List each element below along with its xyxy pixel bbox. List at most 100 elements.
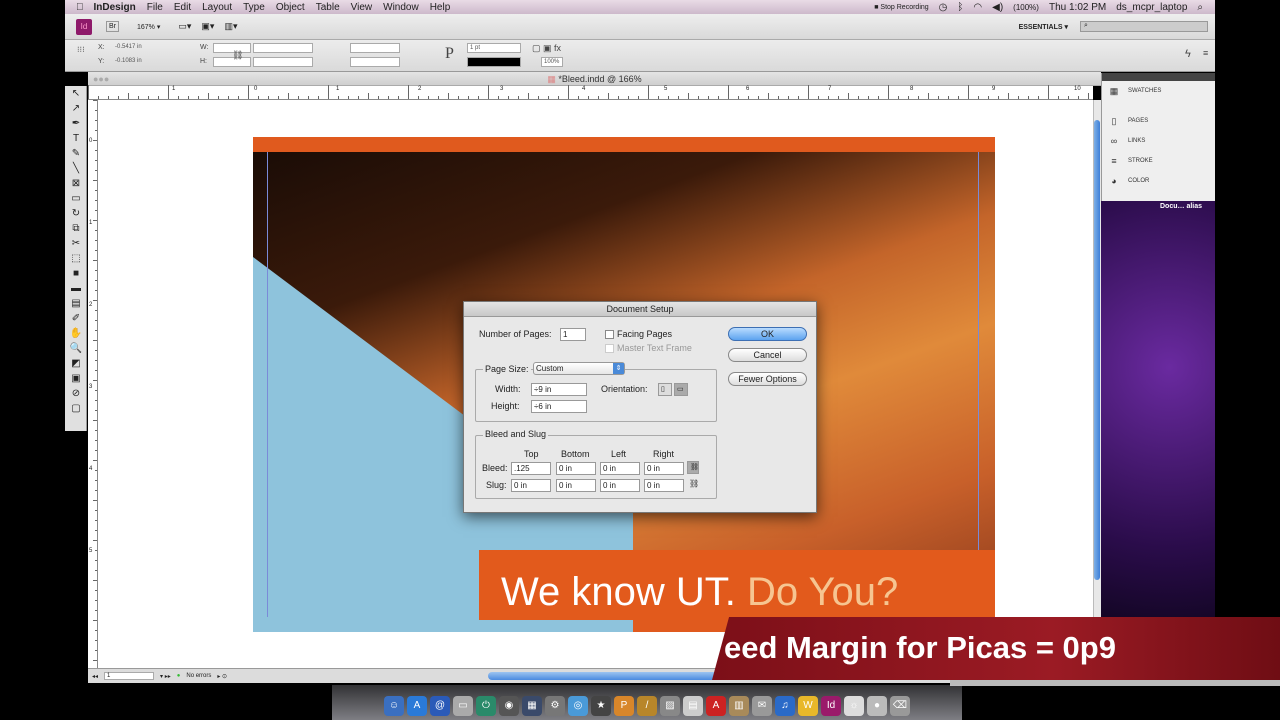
preflight-menu[interactable]: ▸ ⊙	[217, 673, 227, 680]
menu-view[interactable]: View	[351, 2, 373, 13]
tool-16-icon[interactable]: ✋	[67, 327, 85, 341]
dock-app-9-icon[interactable]: ★	[591, 696, 611, 716]
reference-point-icon[interactable]: ⁝⁝⁝	[77, 45, 85, 54]
battery-status[interactable]: (100%)	[1013, 3, 1039, 12]
screen-mode-icon[interactable]: ▣▾	[201, 21, 214, 32]
menu-help[interactable]: Help	[430, 2, 451, 13]
clock[interactable]: Thu 1:02 PM	[1049, 2, 1106, 13]
dock-app-17-icon[interactable]: ♫	[775, 696, 795, 716]
facing-pages-checkbox[interactable]	[605, 330, 614, 339]
link-slug-icon[interactable]: ⛓	[689, 479, 699, 488]
dock-app-7-icon[interactable]: ⚙	[545, 696, 565, 716]
scale-y-field[interactable]	[253, 57, 313, 67]
desktop-alias[interactable]: Docu… alias	[1160, 203, 1202, 210]
dock-app-8-icon[interactable]: ◎	[568, 696, 588, 716]
page-size-select[interactable]: Custom ⇕	[533, 362, 625, 375]
panel-item-pages[interactable]: ▯ PAGES	[1102, 111, 1215, 131]
tool-2-icon[interactable]: ✒	[67, 117, 85, 131]
tool-17-icon[interactable]: 🔍	[67, 342, 85, 356]
dock-app-4-icon[interactable]: ⏻	[476, 696, 496, 716]
panel-item-stroke[interactable]: ≡ STROKE	[1102, 151, 1215, 171]
vertical-ruler[interactable]: 0 1 2 3 4 5	[88, 100, 98, 668]
menu-app[interactable]: InDesign	[94, 2, 136, 13]
panel-menu-icon[interactable]: ≡	[1203, 48, 1208, 58]
constrain-proportions-icon[interactable]: ⛓	[232, 50, 243, 61]
panel-item-color[interactable]: ◕ COLOR	[1102, 171, 1215, 191]
stroke-weight-field[interactable]: 1 pt	[467, 43, 521, 53]
type-on-path-icon[interactable]: P	[445, 45, 454, 63]
dock-app-22-icon[interactable]: ⌫	[890, 696, 910, 716]
dock-app-16-icon[interactable]: ✉	[752, 696, 772, 716]
master-text-frame-checkbox[interactable]	[605, 344, 614, 353]
preflight-status[interactable]: No errors	[186, 673, 211, 679]
shear-field[interactable]	[350, 57, 400, 67]
menu-file[interactable]: File	[147, 2, 163, 13]
portrait-icon[interactable]: ▯	[658, 383, 672, 396]
menu-type[interactable]: Type	[243, 2, 265, 13]
tool-7-icon[interactable]: ▭	[67, 192, 85, 206]
stroke-type-select[interactable]	[467, 57, 521, 67]
menu-object[interactable]: Object	[276, 2, 305, 13]
num-pages-field[interactable]: 1	[560, 328, 586, 341]
horizontal-scroll-thumb[interactable]	[488, 672, 728, 680]
scale-x-field[interactable]	[253, 43, 313, 53]
bleed-field-2[interactable]: 0 in	[600, 462, 640, 475]
dock-app-6-icon[interactable]: ▦	[522, 696, 542, 716]
headline-banner[interactable]: We know UT. Do You?	[479, 550, 995, 620]
lightning-icon[interactable]: ϟ	[1185, 48, 1191, 60]
view-options-icon[interactable]: ▭▾	[178, 21, 191, 32]
tool-6-icon[interactable]: ⊠	[67, 177, 85, 191]
tool-8-icon[interactable]: ↻	[67, 207, 85, 221]
ok-button[interactable]: OK	[728, 327, 807, 341]
user-name[interactable]: ds_mcpr_laptop	[1116, 2, 1187, 13]
dock-app-3-icon[interactable]: ▭	[453, 696, 473, 716]
menu-layout[interactable]: Layout	[202, 2, 232, 13]
landscape-icon[interactable]: ▭	[674, 383, 688, 396]
dock-app-14-icon[interactable]: A	[706, 696, 726, 716]
fewer-options-button[interactable]: Fewer Options	[728, 372, 807, 386]
rotation-field[interactable]	[350, 43, 400, 53]
tool-9-icon[interactable]: ⧉	[67, 222, 85, 236]
slug-field-2[interactable]: 0 in	[600, 479, 640, 492]
slug-field-3[interactable]: 0 in	[644, 479, 684, 492]
dock-app-21-icon[interactable]: ●	[867, 696, 887, 716]
zoom-level-select[interactable]: 167% ▾	[137, 23, 160, 31]
tool-15-icon[interactable]: ✐	[67, 312, 85, 326]
tool-21-icon[interactable]: ▢	[67, 402, 85, 416]
y-field[interactable]: -0.1083 in	[113, 57, 183, 67]
slug-field-0[interactable]: 0 in	[511, 479, 551, 492]
volume-icon[interactable]: ◀)	[992, 2, 1003, 13]
horizontal-ruler[interactable]: 1 0 1 2 3 4 5 6 7 8 9 10	[88, 85, 1093, 100]
link-bleed-icon[interactable]: ⛓	[687, 461, 699, 474]
cancel-button[interactable]: Cancel	[728, 348, 807, 362]
menu-edit[interactable]: Edit	[174, 2, 191, 13]
dock-app-20-icon[interactable]: ☼	[844, 696, 864, 716]
tool-19-icon[interactable]: ▣	[67, 372, 85, 386]
document-tab[interactable]: ●●● ▦ *Bleed.indd @ 166%	[88, 72, 1101, 86]
spotlight-icon[interactable]: ⌕	[1197, 2, 1203, 13]
arrange-documents-icon[interactable]: ▥▾	[224, 21, 237, 32]
tool-5-icon[interactable]: ╲	[67, 162, 85, 176]
window-buttons[interactable]: ●●●	[93, 72, 109, 86]
panel-item-links[interactable]: ∞ LINKS	[1102, 131, 1215, 151]
dock-app-5-icon[interactable]: ◉	[499, 696, 519, 716]
dock-app-12-icon[interactable]: ▨	[660, 696, 680, 716]
panel-header[interactable]	[1102, 73, 1215, 81]
dock-app-11-icon[interactable]: /	[637, 696, 657, 716]
slug-field-1[interactable]: 0 in	[556, 479, 596, 492]
page-nav-prev[interactable]: ◂◂	[92, 673, 98, 680]
tool-1-icon[interactable]: ↗	[67, 102, 85, 116]
dock-app-19-icon[interactable]: Id	[821, 696, 841, 716]
bluetooth-icon[interactable]: ᛒ	[957, 2, 963, 13]
workspace-switcher[interactable]: ESSENTIALS ▾	[1019, 23, 1068, 31]
menu-table[interactable]: Table	[316, 2, 340, 13]
dock-app-13-icon[interactable]: ▤	[683, 696, 703, 716]
tool-0-icon[interactable]: ↖	[67, 87, 85, 101]
fx-icon[interactable]: ▢ ▣ fx	[532, 43, 561, 54]
panel-item-swatches[interactable]: ▦ SWATCHES	[1102, 81, 1215, 101]
dock-app-15-icon[interactable]: ▥	[729, 696, 749, 716]
wifi-icon[interactable]: ◠	[973, 2, 982, 13]
bleed-field-3[interactable]: 0 in	[644, 462, 684, 475]
tool-13-icon[interactable]: ▬	[67, 282, 85, 296]
width-field[interactable]: ÷9 in	[531, 383, 587, 396]
